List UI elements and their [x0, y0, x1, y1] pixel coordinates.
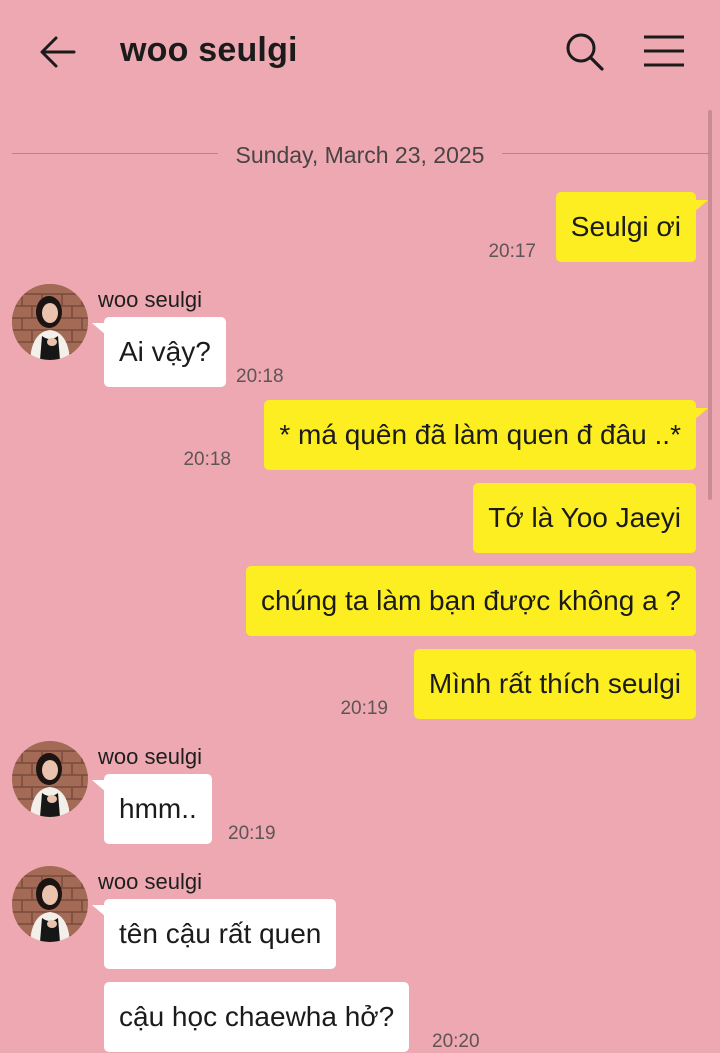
bubble-tail [694, 408, 708, 420]
avatar-photo [12, 866, 88, 942]
message-time: 20:19 [228, 823, 276, 844]
chat-header: woo seulgi [0, 0, 720, 104]
incoming-message-bubble[interactable]: hmm.. [104, 774, 212, 844]
search-icon [566, 33, 604, 71]
incoming-message-bubble[interactable]: Ai vậy? [104, 317, 226, 387]
divider [12, 153, 218, 154]
incoming-message-bubble[interactable]: tên cậu rất quen [104, 899, 337, 969]
message-text: chúng ta làm bạn được không a ? [260, 585, 681, 616]
menu-button[interactable] [640, 30, 688, 74]
message-text: Mình rất thích seulgi [428, 668, 681, 699]
avatar-photo [12, 284, 88, 360]
search-button[interactable] [562, 29, 608, 75]
outgoing-message-bubble[interactable]: * má quên đã làm quen đ đâu ..* [264, 400, 696, 470]
date-separator: Sunday, March 23, 2025 [12, 140, 710, 170]
sender-name: woo seulgi [98, 287, 202, 312]
chat-title: woo seulgi [120, 31, 298, 69]
avatar[interactable] [12, 284, 88, 360]
arrow-left-icon [40, 36, 76, 68]
message-text: tên cậu rất quen [119, 918, 322, 949]
outgoing-message-bubble[interactable]: Mình rất thích seulgi [413, 649, 696, 719]
bubble-tail [694, 200, 708, 212]
message-time: 20:18 [183, 449, 231, 470]
message-time: 20:17 [488, 241, 536, 262]
divider [502, 153, 710, 154]
outgoing-message-bubble[interactable]: Seulgi ơi [555, 192, 696, 262]
message-text: Ai vậy? [119, 336, 211, 367]
message-text: cậu học chaewha hở? [119, 1001, 395, 1032]
message-text: * má quên đã làm quen đ đâu ..* [279, 419, 681, 450]
sender-name: woo seulgi [98, 869, 202, 894]
message-time: 20:19 [340, 698, 388, 719]
incoming-message-bubble[interactable]: cậu học chaewha hở? [104, 982, 410, 1052]
message-text: Seulgi ơi [570, 211, 681, 242]
avatar[interactable] [12, 741, 88, 817]
hamburger-menu-icon [644, 35, 684, 67]
back-button[interactable] [36, 30, 80, 74]
sender-name: woo seulgi [98, 744, 202, 769]
message-time: 20:20 [432, 1031, 480, 1052]
outgoing-message-bubble[interactable]: chúng ta làm bạn được không a ? [245, 566, 696, 636]
avatar[interactable] [12, 866, 88, 942]
message-time: 20:18 [236, 366, 284, 387]
avatar-photo [12, 741, 88, 817]
message-text: hmm.. [119, 793, 197, 824]
message-text: Tớ là Yoo Jaeyi [488, 502, 681, 533]
date-separator-label: Sunday, March 23, 2025 [235, 142, 485, 168]
outgoing-message-bubble[interactable]: Tớ là Yoo Jaeyi [473, 483, 696, 553]
